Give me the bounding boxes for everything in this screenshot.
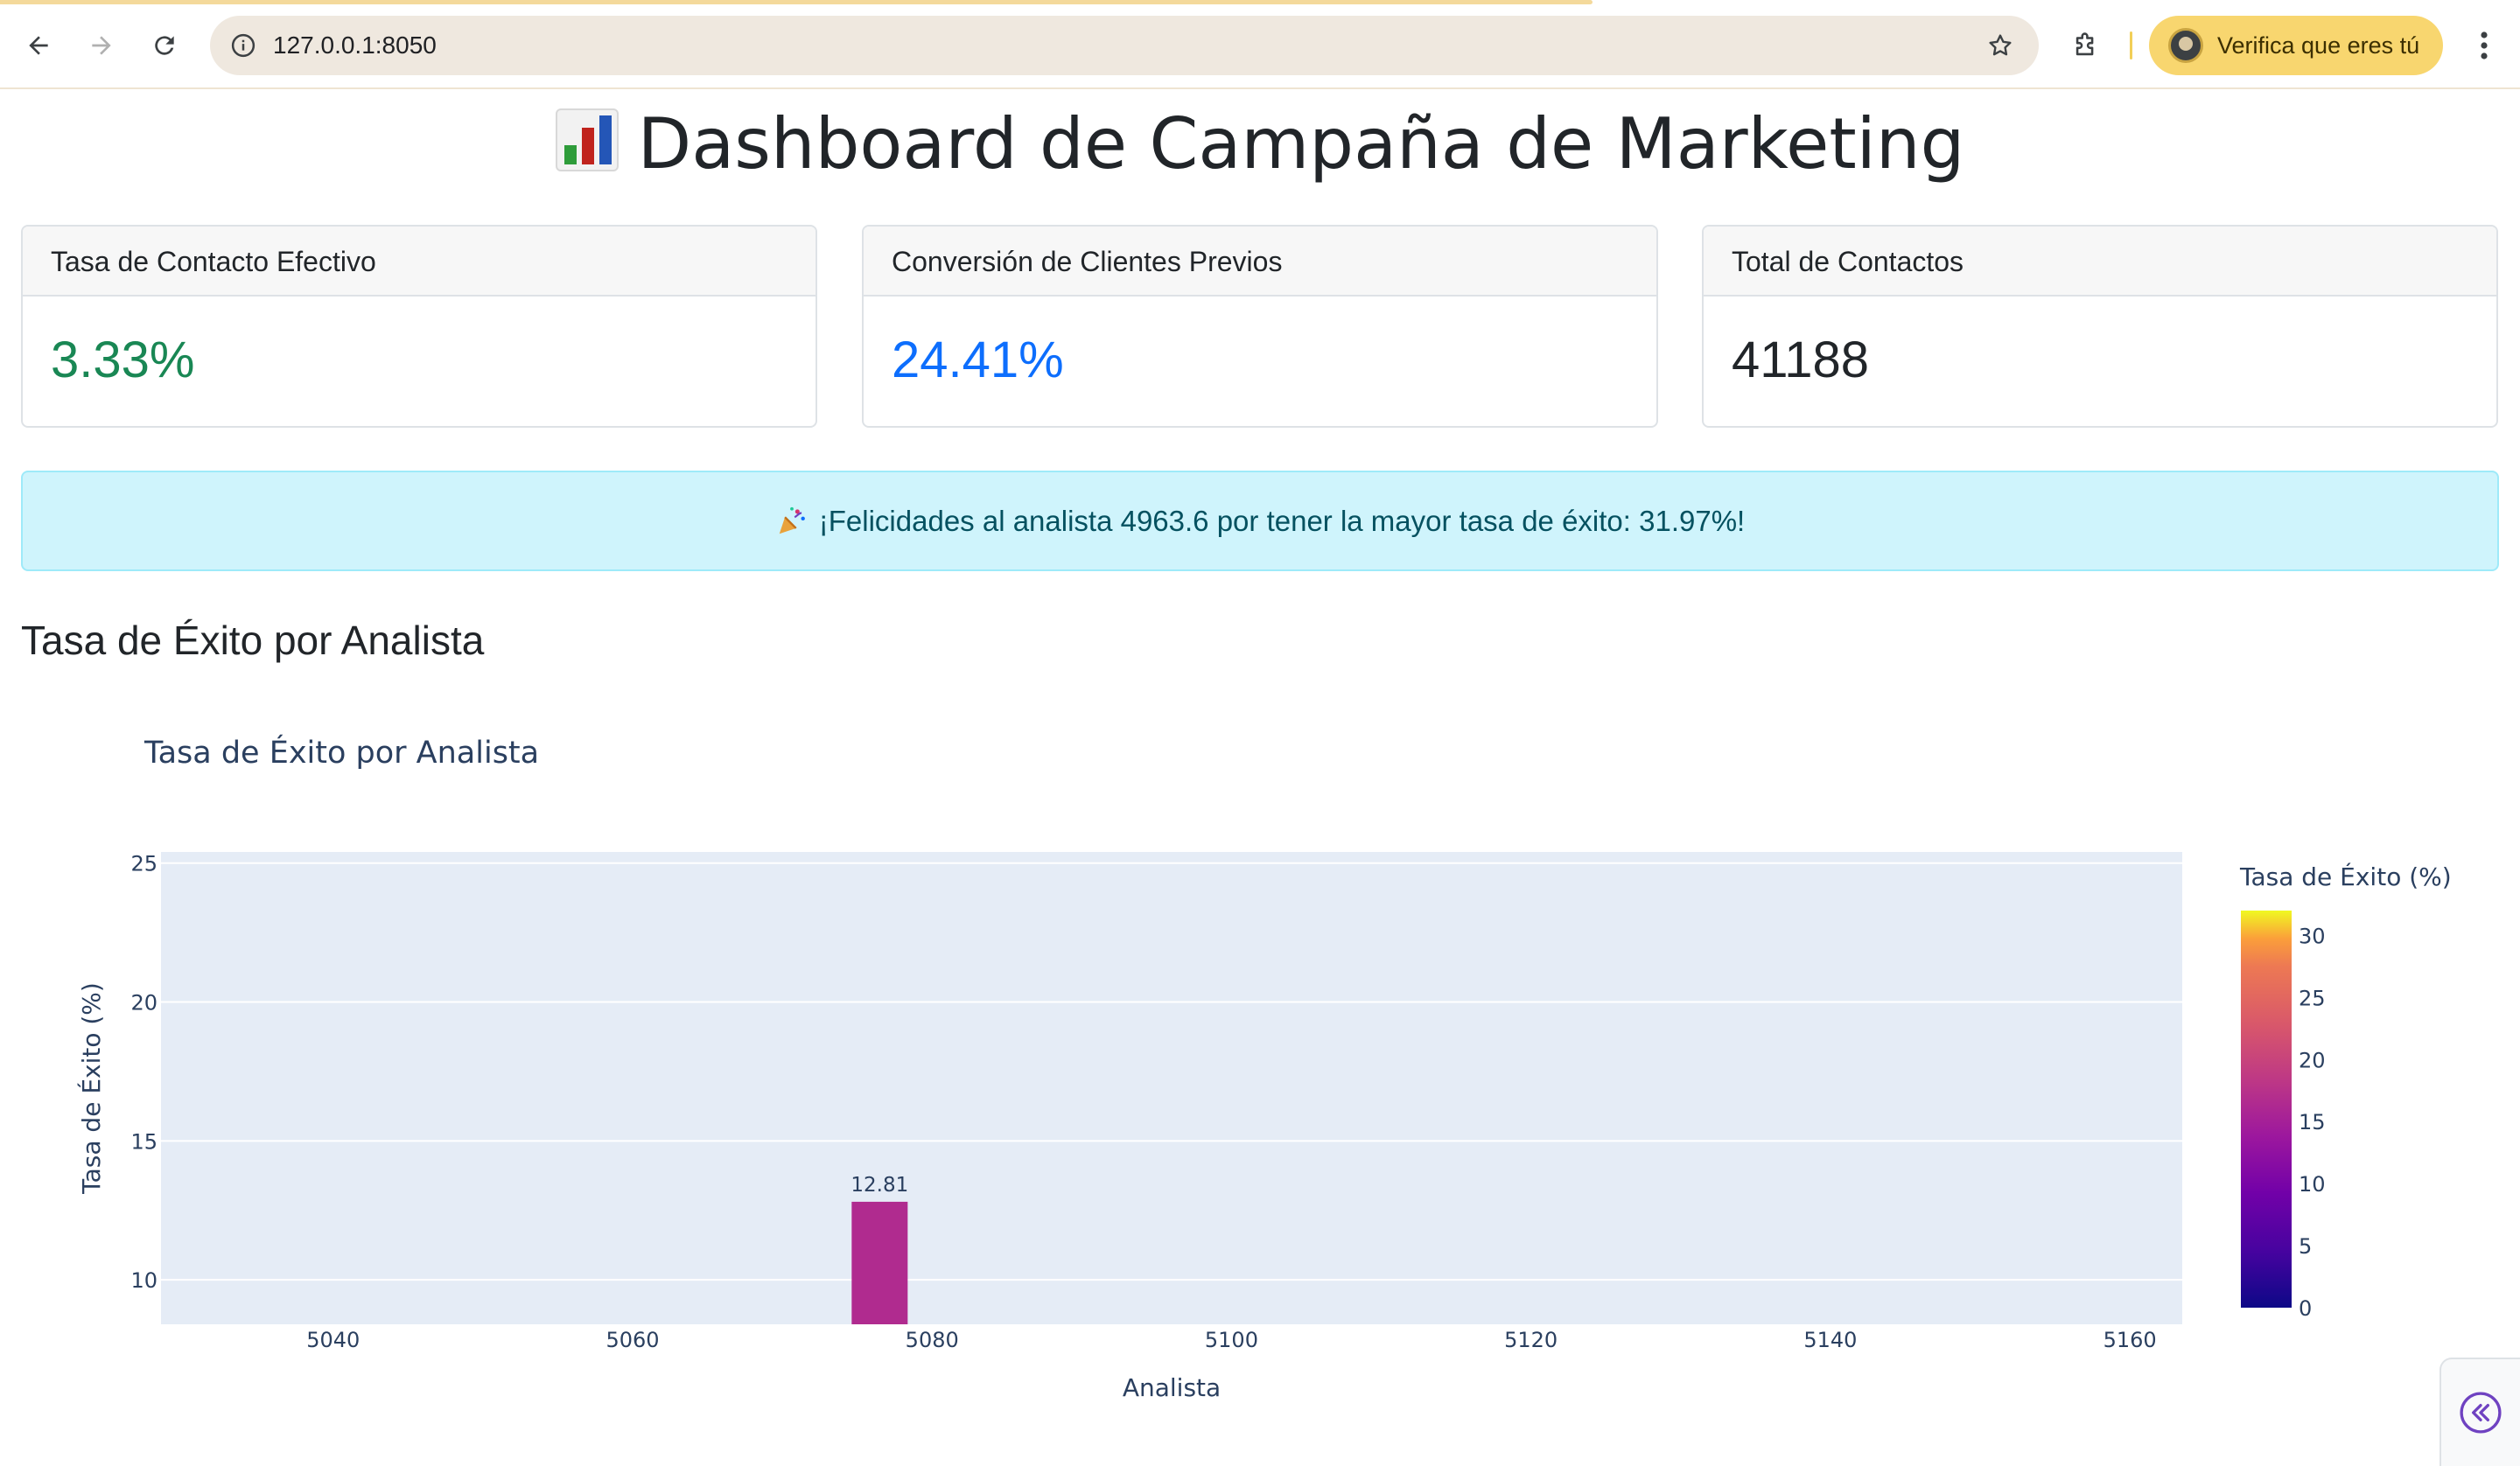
extensions-button[interactable] xyxy=(2062,21,2110,70)
kpi-value: 3.33% xyxy=(51,332,195,388)
kpi-card-header: Tasa de Contacto Efectivo xyxy=(23,227,816,297)
x-tick-label: 5160 xyxy=(2104,1328,2157,1352)
colorbar-tick-label: 30 xyxy=(2299,924,2326,948)
kpi-value: 24.41% xyxy=(892,332,1064,388)
double-chevron-left-icon xyxy=(2460,1392,2502,1434)
colorbar-title: Tasa de Éxito (%) xyxy=(2239,862,2452,891)
x-tick-label: 5080 xyxy=(906,1328,959,1352)
bar-data-label: 12.81 xyxy=(850,1174,908,1197)
profile-button[interactable]: Verifica que eres tú xyxy=(2149,16,2443,75)
page-title: Dashboard de Campaña de Marketing xyxy=(0,96,2520,192)
site-info-button[interactable] xyxy=(226,28,261,63)
y-tick-label: 20 xyxy=(130,991,158,1016)
party-popper-icon xyxy=(779,506,805,534)
colorbar xyxy=(2241,911,2292,1308)
kpi-card-header: Total de Contactos xyxy=(1704,227,2496,297)
top-analyst-alert: ¡Felicidades al analista 4963.6 por tene… xyxy=(21,471,2499,571)
kpi-card-contact-rate: Tasa de Contacto Efectivo 3.33% xyxy=(21,225,817,428)
back-button[interactable] xyxy=(14,21,63,70)
address-bar[interactable]: 127.0.0.1:8050 xyxy=(210,16,2039,75)
x-tick-label: 5140 xyxy=(1803,1328,1857,1352)
colorbar-tick-label: 10 xyxy=(2299,1172,2326,1197)
bar[interactable] xyxy=(851,1201,908,1324)
kpi-card-previous-client-conversion: Conversión de Clientes Previos 24.41% xyxy=(862,225,1658,428)
colorbar-tick-label: 25 xyxy=(2299,986,2326,1010)
site-info-icon xyxy=(231,33,256,58)
extensions-puzzle-icon xyxy=(2076,32,2094,56)
colorbar-tick-label: 15 xyxy=(2299,1110,2326,1134)
back-arrow-icon xyxy=(29,36,48,55)
bookmark-button[interactable] xyxy=(1979,24,2021,66)
x-axis-label: Analista xyxy=(1123,1373,1221,1402)
bookmark-star-icon xyxy=(1989,34,2012,56)
page-title-text: Dashboard de Campaña de Marketing xyxy=(637,103,1965,185)
section-title: Tasa de Éxito por Analista xyxy=(21,618,485,663)
toolbar-divider xyxy=(2130,31,2132,59)
y-tick-label: 15 xyxy=(130,1129,158,1154)
forward-arrow-icon xyxy=(92,36,111,55)
x-tick-label: 5120 xyxy=(1504,1328,1558,1352)
reload-icon xyxy=(155,36,174,55)
colorbar-tick-label: 5 xyxy=(2299,1234,2312,1259)
plot-area[interactable] xyxy=(161,852,2182,1324)
success-rate-chart[interactable]: Tasa de Éxito por Analista 12.81 10 15 20 2… xyxy=(0,691,2520,1426)
browser-chrome: 127.0.0.1:8050 Verifica que eres tú xyxy=(0,0,2520,89)
bar-chart-icon xyxy=(555,108,619,171)
y-tick-label: 25 xyxy=(130,852,158,876)
kpi-card-total-contacts: Total de Contactos 41188 xyxy=(1702,225,2498,428)
reload-button[interactable] xyxy=(140,21,189,70)
alert-text: ¡Felicidades al analista 4963.6 por tene… xyxy=(818,504,1746,537)
x-tick-label: 5040 xyxy=(306,1328,360,1352)
x-tick-label: 5060 xyxy=(606,1328,659,1352)
chart-title: Tasa de Éxito por Analista xyxy=(144,734,539,771)
y-axis-label: Tasa de Éxito (%) xyxy=(76,982,106,1195)
forward-button[interactable] xyxy=(77,21,126,70)
x-tick-label: 5100 xyxy=(1205,1328,1258,1352)
kpi-card-header: Conversión de Clientes Previos xyxy=(864,227,1656,297)
y-tick-label: 10 xyxy=(130,1268,158,1293)
browser-menu-button[interactable] xyxy=(2464,21,2504,70)
avatar xyxy=(2168,28,2203,63)
url-text[interactable]: 127.0.0.1:8050 xyxy=(273,16,437,75)
colorbar-tick-label: 20 xyxy=(2299,1048,2326,1072)
page-load-progress xyxy=(0,0,1592,4)
kpi-value: 41188 xyxy=(1732,332,1869,388)
colorbar-tick-label: 0 xyxy=(2299,1296,2312,1321)
profile-label: Verifica que eres tú xyxy=(2217,31,2420,59)
collapse-panel-button[interactable] xyxy=(2440,1358,2520,1466)
kebab-menu-icon xyxy=(2481,31,2488,59)
